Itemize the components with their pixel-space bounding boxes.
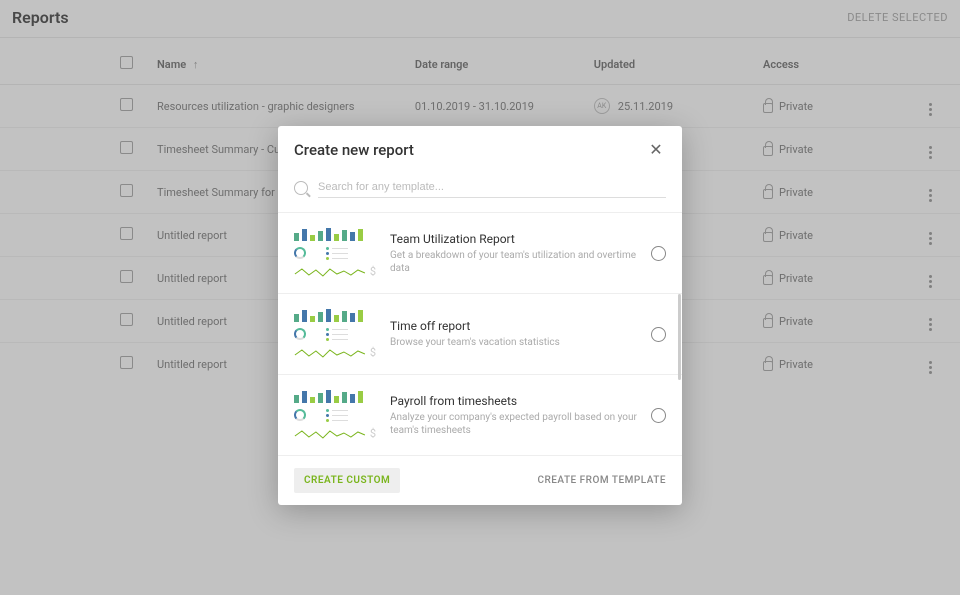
template-description: Browse your team's vacation statistics	[390, 336, 637, 349]
template-search-input[interactable]	[318, 177, 666, 198]
modal-overlay[interactable]: Create new report ✕ $ Team Utilization R…	[0, 0, 960, 595]
scrollbar[interactable]	[678, 294, 681, 380]
template-thumbnail: $	[294, 389, 376, 441]
template-item[interactable]: $ Team Utilization Report Get a breakdow…	[278, 213, 682, 294]
template-radio[interactable]	[651, 246, 666, 261]
close-icon[interactable]: ✕	[646, 140, 666, 159]
template-thumbnail: $	[294, 227, 376, 279]
template-radio[interactable]	[651, 327, 666, 342]
template-description: Analyze your company's expected payroll …	[390, 411, 637, 437]
donut-chart-icon	[294, 409, 306, 421]
dollar-icon: $	[370, 265, 376, 278]
template-description: Get a breakdown of your team's utilizati…	[390, 249, 637, 275]
create-custom-button[interactable]: CREATE CUSTOM	[294, 468, 400, 493]
template-item[interactable]: $ Payroll from timesheets Analyze your c…	[278, 375, 682, 455]
search-icon	[294, 181, 308, 195]
template-item[interactable]: $ Time off report Browse your team's vac…	[278, 294, 682, 375]
template-title: Team Utilization Report	[390, 232, 637, 246]
template-title: Time off report	[390, 319, 637, 333]
template-list: $ Team Utilization Report Get a breakdow…	[278, 212, 682, 455]
template-thumbnail: $	[294, 308, 376, 360]
modal-title: Create new report	[294, 141, 414, 159]
create-report-modal: Create new report ✕ $ Team Utilization R…	[278, 126, 682, 505]
donut-chart-icon	[294, 328, 306, 340]
template-radio[interactable]	[651, 408, 666, 423]
create-from-template-button[interactable]: CREATE FROM TEMPLATE	[537, 475, 666, 486]
donut-chart-icon	[294, 247, 306, 259]
template-title: Payroll from timesheets	[390, 394, 637, 408]
dollar-icon: $	[370, 346, 376, 359]
dollar-icon: $	[370, 427, 376, 440]
